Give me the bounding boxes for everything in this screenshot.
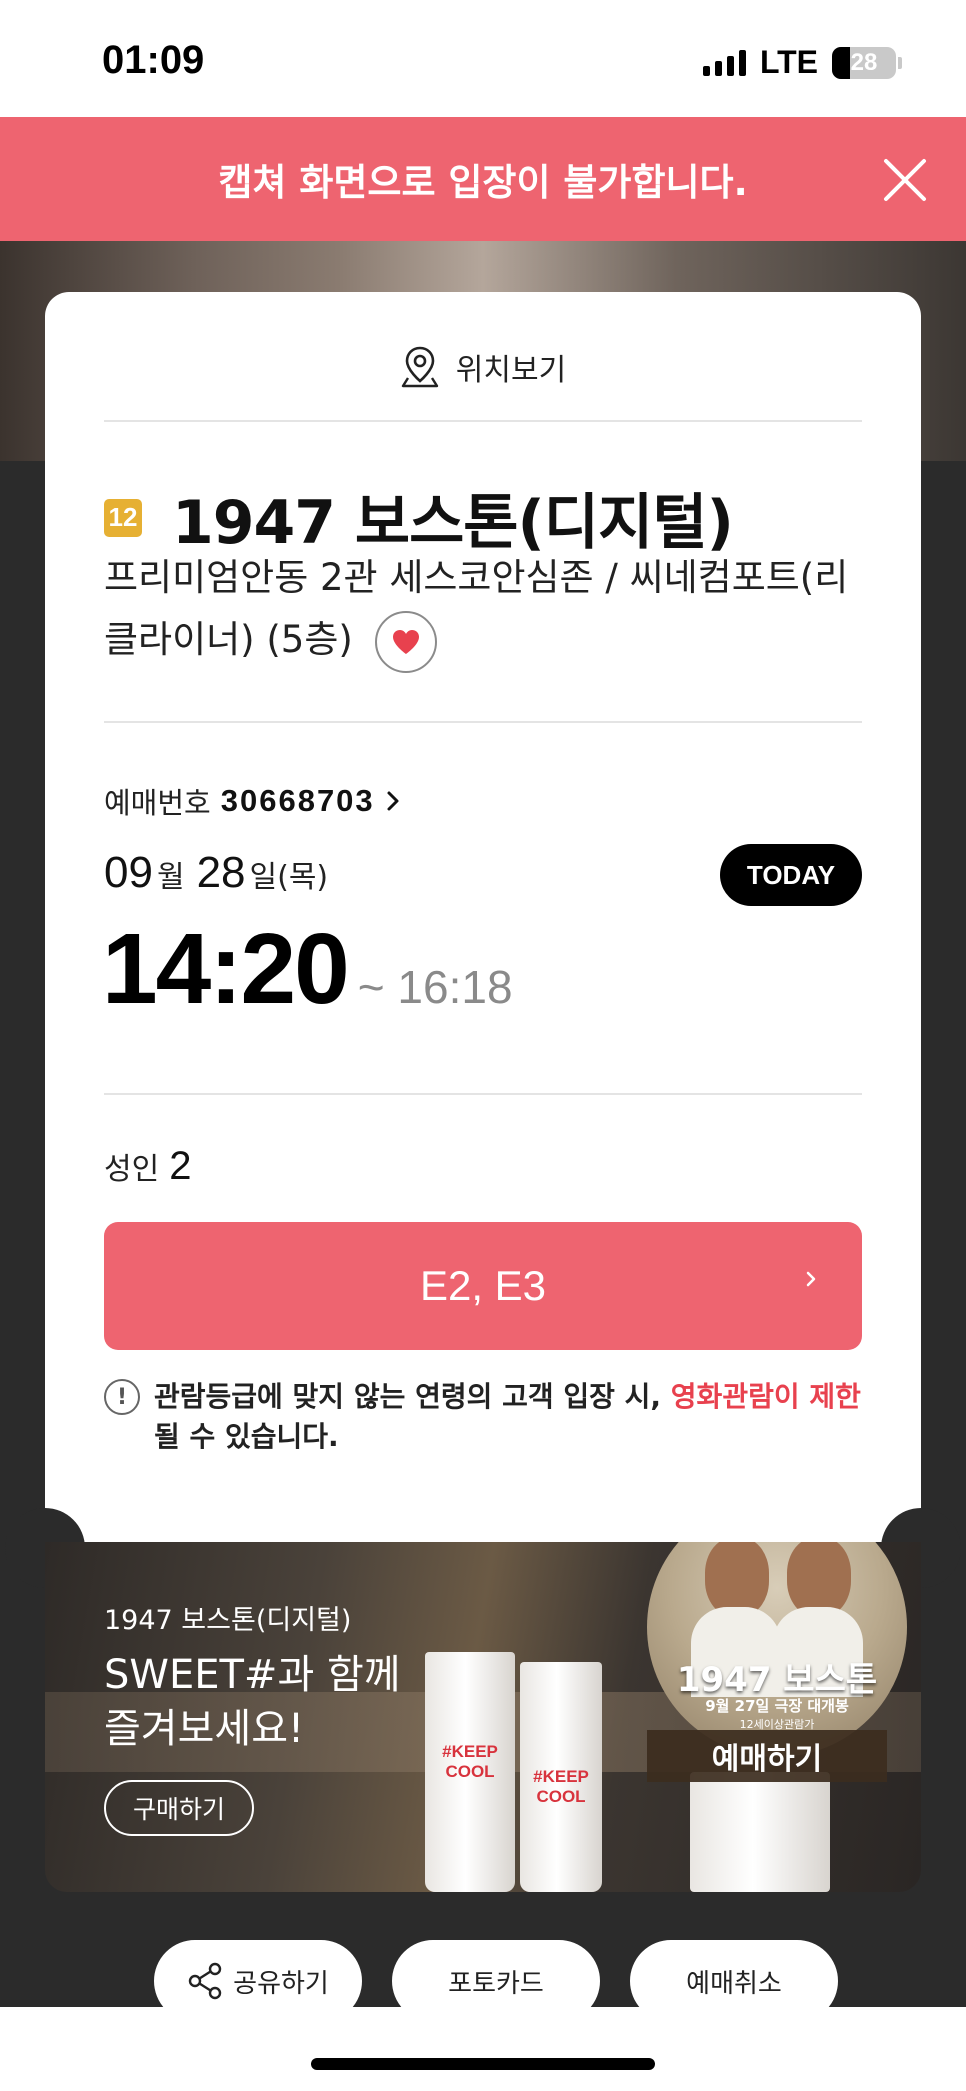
poster-book-button[interactable]: 예매하기: [647, 1730, 887, 1782]
date-day-unit: 일(목): [249, 860, 329, 895]
audience-number: 2: [169, 1144, 192, 1188]
status-bar: 01:09 LTE 28: [0, 0, 966, 117]
start-time: 14:20: [102, 913, 350, 1025]
exclamation-icon: !: [104, 1379, 140, 1415]
ticket-card: 위치보기 12 1947 보스톤(디지털) 프리미엄안동 2관 세스코안심존 /…: [45, 292, 921, 1542]
divider: [104, 1093, 862, 1095]
date-day: 28: [196, 848, 246, 897]
cup-label: #KEEP COOL: [425, 1742, 515, 1782]
signal-icon: [702, 49, 746, 76]
booking-number: 30668703: [220, 783, 375, 818]
map-pin-icon: [401, 346, 438, 388]
audience-label: 성인: [104, 1152, 160, 1187]
cancel-booking-label: 예매취소: [686, 1968, 782, 1999]
divider: [104, 721, 862, 723]
movie-poster[interactable]: 1947 보스톤 9월 27일 극장 대개봉 12세이상관람가: [647, 1542, 907, 1757]
status-indicators: LTE 28: [702, 44, 902, 81]
drink-cup: [690, 1772, 830, 1892]
show-date: 09 월 28 일(목): [104, 848, 336, 898]
network-label: LTE: [759, 44, 818, 80]
seat-button[interactable]: E2, E3: [104, 1222, 862, 1350]
home-bar: [0, 2007, 966, 2091]
cup-label-line1: #KEEP: [442, 1742, 498, 1761]
location-label: 위치보기: [455, 353, 567, 388]
battery-icon: 28: [832, 46, 896, 79]
poster-title: 1947 보스톤: [676, 1660, 878, 1700]
warning-text-tail: 될 수 있습니다.: [154, 1420, 339, 1453]
date-month: 09: [104, 848, 153, 897]
share-icon: [188, 1962, 222, 2000]
cup-label-line1: #KEEP: [533, 1767, 589, 1786]
audience-count: 성인 2: [104, 1144, 191, 1189]
chevron-right-icon: [387, 791, 399, 811]
warning-text-main: 관람등급에 맞지 않는 연령의 고객 입장 시,: [154, 1380, 671, 1413]
home-indicator[interactable]: [311, 2058, 655, 2070]
age-warning: ! 관람등급에 맞지 않는 연령의 고객 입장 시, 영화관람이 제한 될 수 …: [104, 1377, 874, 1457]
poster-actor-face: [787, 1542, 851, 1617]
close-icon[interactable]: [882, 157, 928, 203]
location-button[interactable]: 위치보기: [45, 344, 921, 390]
theater-name: 프리미엄안동 2관 세스코안심존 / 씨네컴포트(리클라이너) (5층): [104, 556, 849, 661]
promo-banner[interactable]: 1947 보스톤(디지털) SWEET#과 함께 즐겨보세요! 구매하기 #KE…: [45, 1542, 921, 1892]
divider: [104, 420, 862, 422]
status-time: 01:09: [102, 38, 205, 82]
warning-text-highlight: 영화관람이 제한: [670, 1380, 861, 1413]
poster-release-date: 9월 27일 극장 대개봉: [705, 1697, 849, 1715]
promo-headline-line1: SWEET#과 함께: [104, 1652, 401, 1698]
end-time: ~ 16:18: [357, 961, 513, 1013]
theater-info: 프리미엄안동 2관 세스코안심존 / 씨네컴포트(리클라이너) (5층): [104, 547, 874, 673]
chevron-right-icon: [806, 1271, 816, 1287]
cup-label: #KEEP COOL: [520, 1767, 602, 1807]
drink-cup: #KEEP COOL: [425, 1652, 515, 1892]
battery-cap: [898, 56, 902, 69]
share-label: 공유하기: [233, 1968, 329, 1999]
heart-icon: [392, 629, 419, 654]
age-rating-badge: 12: [104, 498, 142, 537]
warning-text: 관람등급에 맞지 않는 연령의 고객 입장 시, 영화관람이 제한 될 수 있습…: [154, 1377, 861, 1457]
capture-notice-banner: 캡쳐 화면으로 입장이 불가합니다.: [0, 117, 966, 241]
date-month-unit: 월: [156, 860, 185, 895]
favorite-button[interactable]: [374, 610, 437, 673]
drink-cup: #KEEP COOL: [520, 1662, 602, 1892]
battery-level: 28: [850, 48, 878, 76]
cup-label-line2: COOL: [445, 1762, 495, 1781]
capture-notice-text: 캡쳐 화면으로 입장이 불가합니다.: [218, 161, 748, 204]
seat-numbers: E2, E3: [419, 1262, 547, 1309]
cup-label-line2: COOL: [536, 1787, 586, 1806]
buy-button[interactable]: 구매하기: [104, 1780, 254, 1836]
show-time: 14:20 ~ 16:18: [102, 912, 513, 1027]
promo-headline: SWEET#과 함께 즐겨보세요!: [104, 1648, 401, 1756]
booking-number-label: 예매번호: [104, 786, 211, 820]
today-badge: TODAY: [720, 844, 862, 906]
booking-number-link[interactable]: 예매번호 30668703: [104, 780, 401, 822]
poster-actor-face: [705, 1542, 769, 1617]
poster-subtitle: 9월 27일 극장 대개봉 12세이상관람가: [647, 1695, 907, 1732]
promo-headline-line2: 즐겨보세요!: [104, 1706, 305, 1752]
promo-movie-title: 1947 보스톤(디지털): [104, 1605, 352, 1636]
photocard-label: 포토카드: [448, 1968, 544, 1999]
